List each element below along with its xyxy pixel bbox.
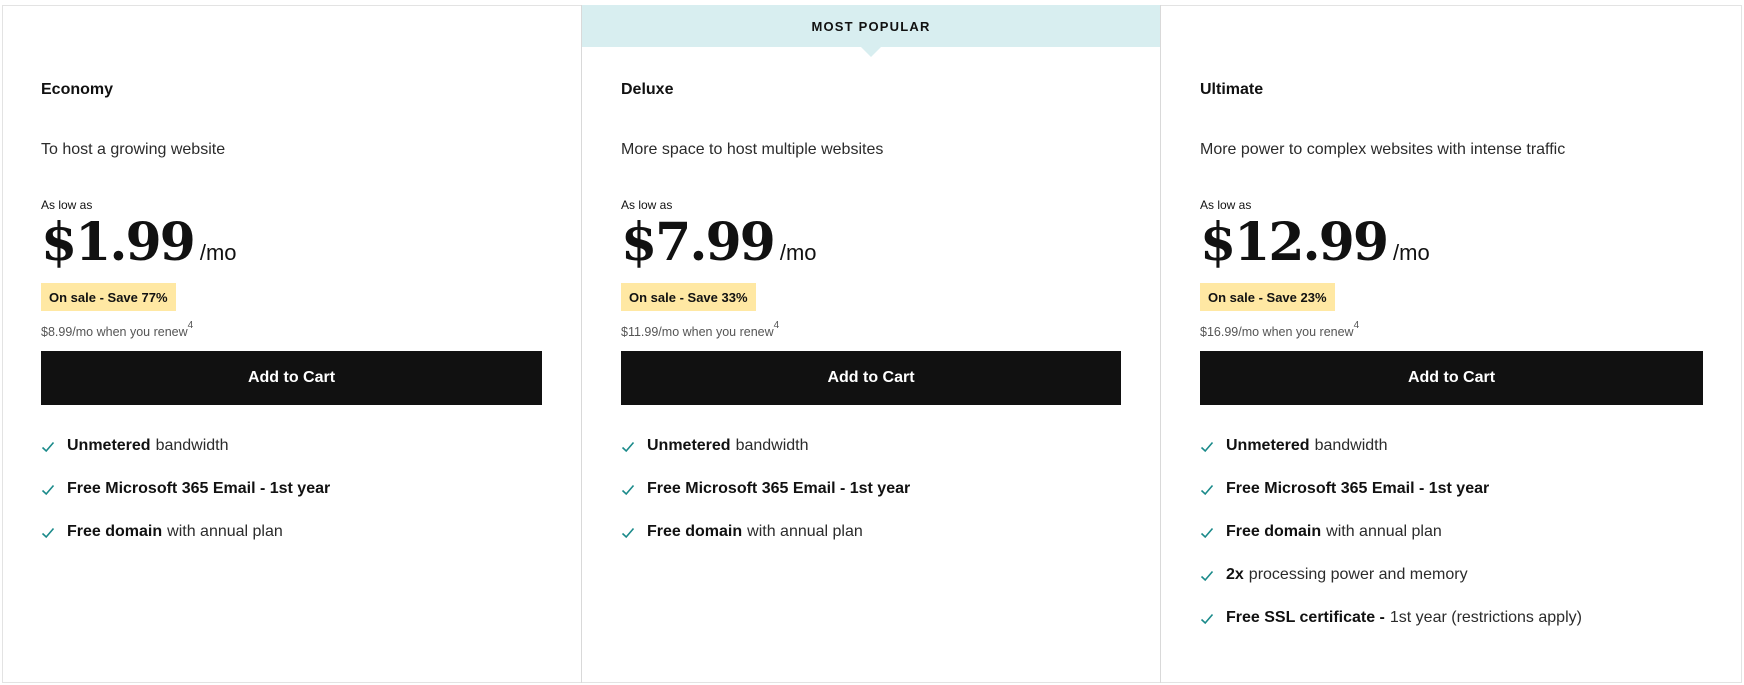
checkmark-icon [621,484,635,496]
feature-detail: with annual plan [747,523,863,540]
feature-item: Unmetered bandwidth [41,437,542,480]
feature-text: 2x processing power and memory [1226,566,1468,584]
plan-card-ultimate: Ultimate More power to complex websites … [1161,5,1742,683]
feature-text: Unmetered bandwidth [67,437,229,455]
price-period: /mo [199,240,237,265]
ribbon-pointer [861,47,881,57]
plan-description: More space to host multiple websites [621,141,884,158]
feature-text: Free domain with annual plan [67,523,283,541]
renewal-price: $11.99/mo when you renew4 [621,320,779,339]
footnote-ref[interactable]: 4 [1354,320,1360,331]
feature-highlight: Free Microsoft 365 Email - 1st year [1226,480,1490,497]
checkmark-icon [1200,570,1214,582]
feature-highlight: Unmetered [1226,437,1310,454]
feature-detail: bandwidth [1314,437,1388,454]
plan-name: Ultimate [1200,81,1264,98]
feature-list: Unmetered bandwidth Free Microsoft 365 Ema… [41,437,542,566]
feature-highlight: Free SSL certificate - [1226,609,1385,626]
renewal-price: $8.99/mo when you renew4 [41,320,193,339]
price-row: $12.99 /mo [1200,213,1430,273]
most-popular-ribbon: MOST POPULAR [582,5,1160,47]
feature-text: Free SSL certificate -1st year (restrict… [1226,609,1582,627]
footnote-ref[interactable]: 4 [188,320,194,331]
plan-card-deluxe: MOST POPULAR Deluxe More space to host m… [581,5,1161,683]
feature-detail: bandwidth [155,437,229,454]
checkmark-icon [621,441,635,453]
feature-item: Free Microsoft 365 Email - 1st year [621,480,1121,523]
feature-text: Unmetered bandwidth [1226,437,1388,455]
feature-highlight: Free domain [647,523,743,540]
renewal-price-text: $11.99/mo when you renew [621,325,774,339]
feature-text: Free Microsoft 365 Email - 1st year [67,480,335,498]
feature-detail: 1st year (restrictions apply) [1389,609,1582,626]
feature-item: 2x processing power and memory [1200,566,1703,609]
sale-badge: On sale - Save 23% [1200,283,1335,311]
feature-item: Free domain with annual plan [1200,523,1703,566]
feature-detail: with annual plan [1326,523,1442,540]
price-row: $7.99 /mo [621,213,817,273]
feature-item: Unmetered bandwidth [621,437,1121,480]
checkmark-icon [1200,441,1214,453]
feature-detail: with annual plan [167,523,283,540]
sale-badge: On sale - Save 77% [41,283,176,311]
feature-highlight: 2x [1226,566,1244,583]
price-row: $1.99 /mo [41,213,237,273]
checkmark-icon [41,484,55,496]
plan-description: More power to complex websites with inte… [1200,141,1566,158]
feature-list: Unmetered bandwidth Free Microsoft 365 Ema… [1200,437,1703,652]
feature-item: Free Microsoft 365 Email - 1st year [41,480,542,523]
footnote-ref[interactable]: 4 [774,320,780,331]
plan-price: $7.99 [621,212,776,273]
feature-text: Free domain with annual plan [1226,523,1442,541]
renewal-price-text: $8.99/mo when you renew [41,325,188,339]
price-period: /mo [1393,240,1430,265]
feature-text: Free domain with annual plan [647,523,863,541]
feature-text: Free Microsoft 365 Email - 1st year [1226,480,1494,498]
plan-description: To host a growing website [41,141,226,158]
feature-item: Free domain with annual plan [41,523,542,566]
feature-text: Free Microsoft 365 Email - 1st year [647,480,915,498]
checkmark-icon [1200,613,1214,625]
feature-highlight: Free domain [67,523,163,540]
renewal-price-text: $16.99/mo when you renew [1200,325,1354,339]
checkmark-icon [1200,484,1214,496]
renewal-price: $16.99/mo when you renew4 [1200,320,1359,339]
checkmark-icon [41,441,55,453]
add-to-cart-button[interactable]: Add to Cart [1200,351,1703,405]
feature-item: Free domain with annual plan [621,523,1121,566]
feature-item: Unmetered bandwidth [1200,437,1703,480]
feature-detail: processing power and memory [1248,566,1468,583]
plan-price: $1.99 [41,212,196,273]
checkmark-icon [621,527,635,539]
as-low-as-label: As low as [621,198,673,212]
plan-price: $12.99 [1200,212,1389,273]
feature-item: Free SSL certificate -1st year (restrict… [1200,609,1703,652]
add-to-cart-button[interactable]: Add to Cart [621,351,1121,405]
plan-card-economy: Economy To host a growing website As low… [2,5,581,683]
add-to-cart-button[interactable]: Add to Cart [41,351,542,405]
checkmark-icon [41,527,55,539]
feature-highlight: Free Microsoft 365 Email - 1st year [647,480,911,497]
as-low-as-label: As low as [1200,198,1252,212]
feature-detail: bandwidth [735,437,809,454]
plan-name: Deluxe [621,81,674,98]
checkmark-icon [1200,527,1214,539]
feature-highlight: Unmetered [647,437,731,454]
as-low-as-label: As low as [41,198,93,212]
feature-list: Unmetered bandwidth Free Microsoft 365 Ema… [621,437,1121,566]
price-period: /mo [779,240,817,265]
feature-highlight: Free domain [1226,523,1322,540]
plan-name: Economy [41,81,114,98]
sale-badge: On sale - Save 33% [621,283,756,311]
feature-highlight: Free Microsoft 365 Email - 1st year [67,480,331,497]
feature-text: Unmetered bandwidth [647,437,809,455]
feature-highlight: Unmetered [67,437,151,454]
feature-item: Free Microsoft 365 Email - 1st year [1200,480,1703,523]
